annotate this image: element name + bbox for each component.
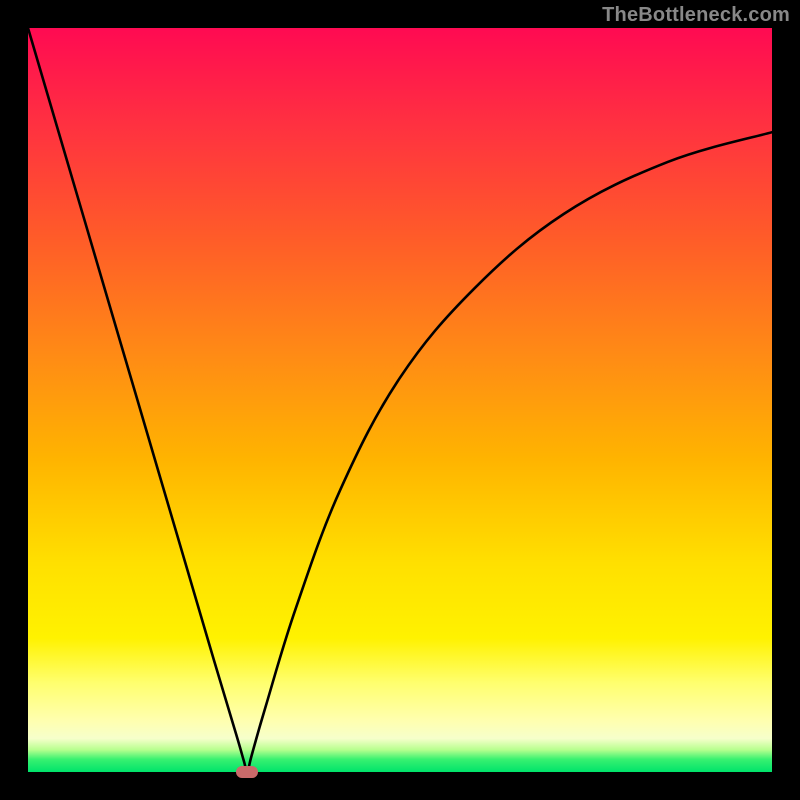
chart-frame: TheBottleneck.com — [0, 0, 800, 800]
plot-area — [28, 28, 772, 772]
bottleneck-curve — [28, 28, 772, 772]
min-marker — [236, 766, 258, 778]
watermark-text: TheBottleneck.com — [602, 4, 790, 27]
